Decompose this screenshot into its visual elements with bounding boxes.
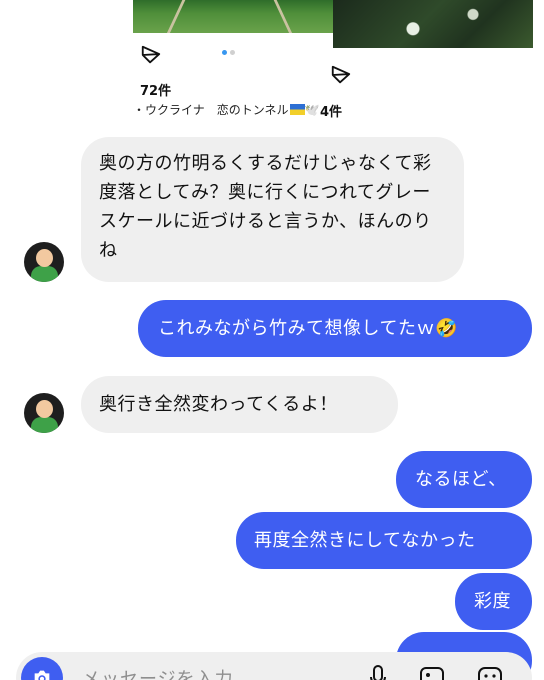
dove-icon: 🕊️ — [304, 103, 320, 117]
sticker-icon[interactable] — [476, 664, 504, 680]
message-text: これみながら竹みて想像してたｗ🤣 — [158, 318, 458, 339]
post-count-right: 4件 — [320, 105, 343, 120]
message-composer[interactable]: メッセージを入力... — [16, 652, 532, 680]
camera-icon — [34, 670, 50, 680]
avatar-body — [31, 266, 58, 282]
message-text: 再度全然きにしてなかった — [254, 530, 476, 551]
caption-text: ・ウクライナ 恋のトンネル — [133, 103, 289, 117]
share-icon[interactable] — [140, 44, 162, 66]
carousel-dot-active — [222, 50, 227, 55]
message-text: 彩度 — [474, 591, 511, 612]
camera-button[interactable] — [21, 657, 63, 680]
message-bubble-outgoing[interactable]: なるほど、 — [396, 451, 532, 508]
carousel-dot — [230, 50, 235, 55]
message-bubble-incoming[interactable]: 奥行き全然変わってくるよ！ — [81, 376, 398, 433]
avatar[interactable] — [24, 393, 64, 433]
share-icon[interactable] — [330, 64, 352, 86]
message-input[interactable]: メッセージを入力... — [82, 665, 254, 680]
shared-post-right[interactable] — [333, 0, 533, 50]
avatar[interactable] — [24, 242, 64, 282]
message-text: 奥の方の竹明るくするだけじゃなくて彩度落としてみ？奥に行くにつれてグレースケール… — [99, 153, 432, 261]
avatar-body — [31, 417, 58, 433]
message-bubble-outgoing[interactable]: これみながら竹みて想像してたｗ🤣 — [138, 300, 532, 357]
post-caption-left: ・ウクライナ 恋のトンネル 🕊️ — [133, 101, 319, 118]
message-bubble-outgoing[interactable]: 再度全然きにしてなかった — [236, 512, 532, 569]
message-text: 奥行き全然変わってくるよ！ — [99, 394, 338, 415]
post-count-left: 72件 — [140, 84, 172, 99]
message-text: なるほど、 — [415, 469, 507, 490]
avatar-face — [36, 400, 53, 418]
ukraine-flag-icon — [289, 104, 305, 115]
post-image-forest[interactable] — [333, 0, 533, 48]
avatar-face — [36, 249, 53, 267]
gallery-icon[interactable] — [418, 664, 446, 680]
carousel-dots — [222, 50, 235, 55]
post-image-tunnel[interactable] — [133, 0, 333, 33]
message-bubble-outgoing[interactable]: 彩度 — [455, 573, 532, 630]
message-bubble-incoming[interactable]: 奥の方の竹明るくするだけじゃなくて彩度落としてみ？奥に行くにつれてグレースケール… — [81, 137, 464, 282]
microphone-icon[interactable] — [368, 664, 388, 680]
